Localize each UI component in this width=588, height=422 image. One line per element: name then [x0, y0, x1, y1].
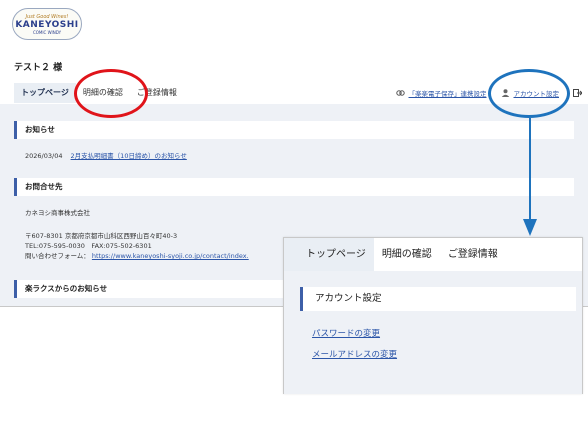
storage-settings-link[interactable]: 「楽楽電子保存」連携設定 — [409, 88, 487, 98]
user-name: テスト２ 様 — [14, 63, 63, 73]
contact-company: カネヨシ商事株式会社 — [25, 209, 90, 217]
contact-phone: TEL:075-595-0030 FAX:075-502-6301 — [25, 242, 152, 250]
tab-top-page[interactable]: トップページ — [14, 83, 76, 103]
notice-link[interactable]: 2月支払明細書（10日締め）のお知らせ — [71, 152, 187, 160]
logo-subline: COMIC WINDY — [32, 29, 62, 35]
blue-highlight-circle — [488, 69, 570, 118]
storage-link-item[interactable]: 「楽楽電子保存」連携設定 — [395, 88, 487, 98]
contact-form-link[interactable]: https://www.kaneyoshi-syoji.co.jp/contac… — [92, 252, 249, 260]
zoom-tab-top-page[interactable]: トップページ — [284, 238, 374, 271]
red-highlight-circle — [74, 69, 148, 118]
zoom-content: アカウント設定 パスワードの変更 メールアドレスの変更 — [284, 271, 582, 394]
zoom-tab-statement[interactable]: 明細の確認 — [374, 238, 440, 271]
company-logo[interactable]: Just Good Wines! KANEYOSHI COMIC WINDY — [12, 8, 82, 40]
link-icon — [395, 90, 405, 96]
password-change-link[interactable]: パスワードの変更 — [312, 327, 380, 339]
notice-row: 2026/03/04 2月支払明細書（10日締め）のお知らせ — [25, 152, 187, 161]
zoom-tabs: トップページ 明細の確認 ご登録情報 — [284, 238, 582, 271]
contact-form-label: 問い合わせフォーム： — [25, 252, 90, 260]
contact-address: 〒607-8301 京都府京都市山科区西野山百々町40-3 — [25, 232, 178, 240]
email-change-link[interactable]: メールアドレスの変更 — [312, 348, 397, 360]
logo-name: KANEYOSHI — [15, 19, 79, 30]
notice-date: 2026/03/04 — [25, 152, 63, 160]
logout-icon[interactable] — [573, 89, 582, 97]
contact-heading: お問合せ先 — [14, 178, 574, 196]
zoomed-account-panel: トップページ 明細の確認 ご登録情報 アカウント設定 パスワードの変更 メールア… — [283, 237, 583, 394]
notices-heading: お知らせ — [14, 121, 574, 139]
zoom-tab-registration[interactable]: ご登録情報 — [440, 238, 506, 271]
contact-form-row: 問い合わせフォーム： https://www.kaneyoshi-syoji.c… — [25, 252, 249, 261]
account-settings-heading: アカウント設定 — [300, 287, 576, 311]
